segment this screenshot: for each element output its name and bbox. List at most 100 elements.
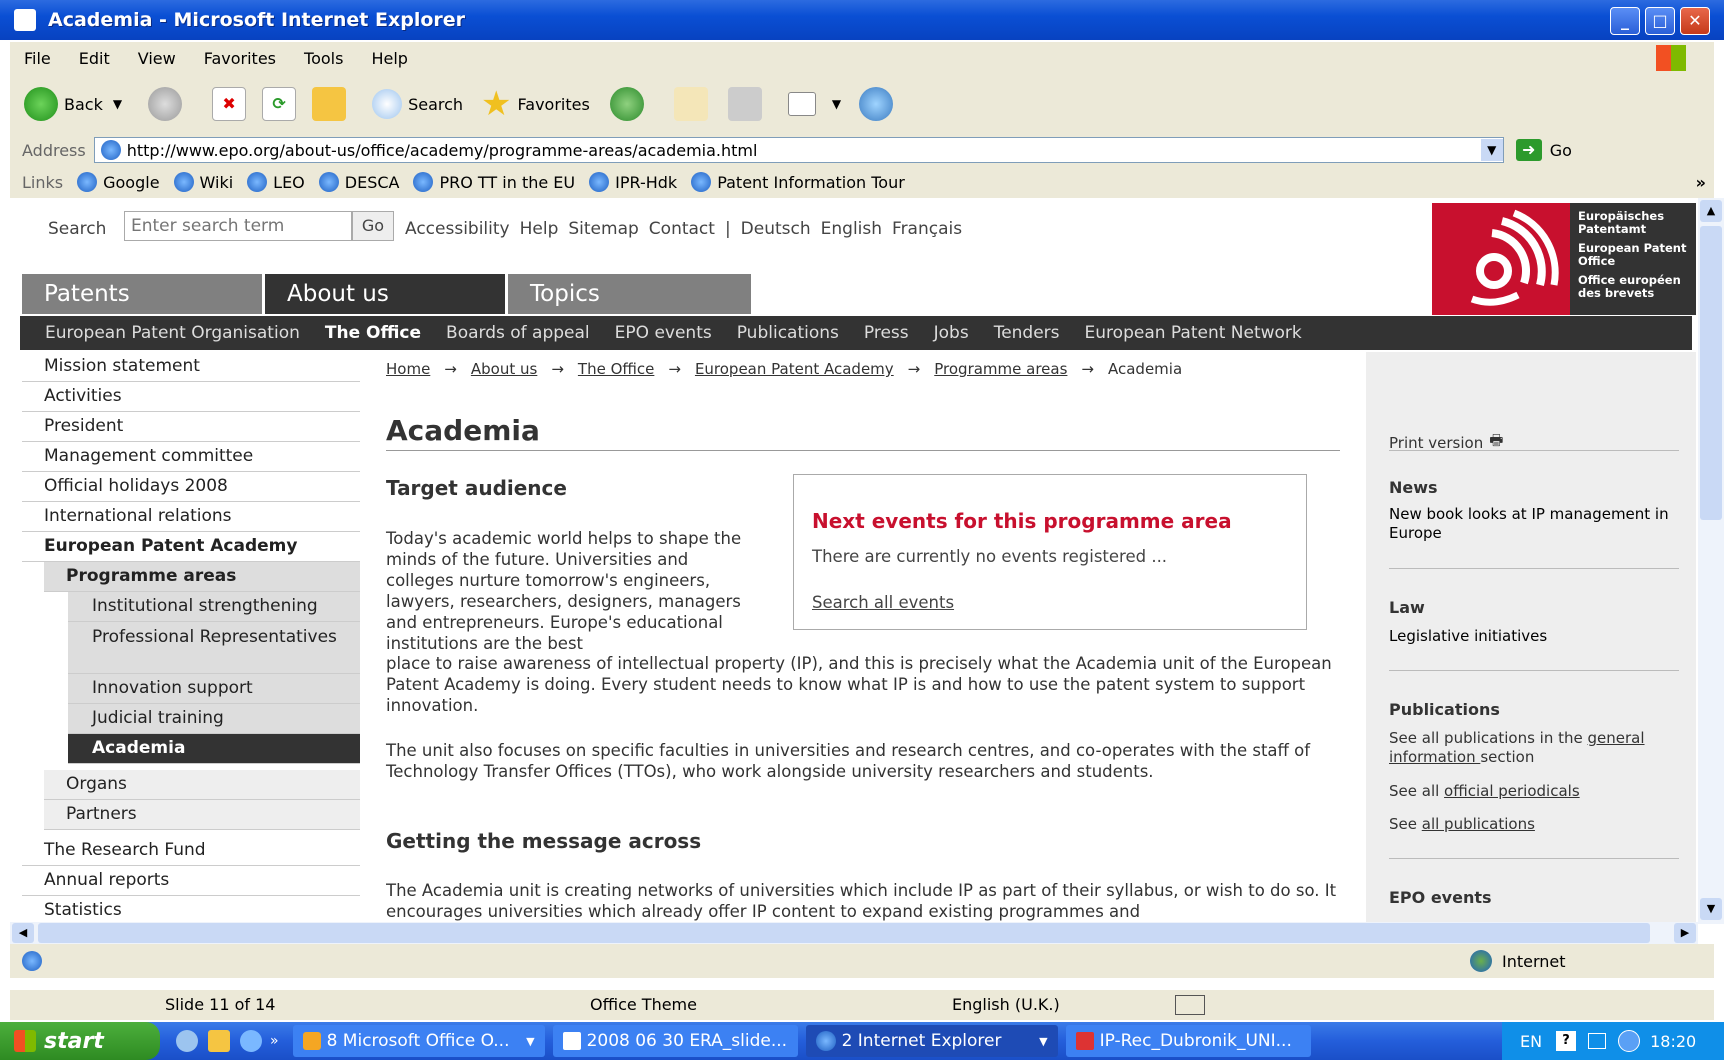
print-icon[interactable] (727, 87, 762, 121)
subnav-publications[interactable]: Publications (737, 323, 839, 343)
subnav-epo-organisation[interactable]: European Patent Organisation (45, 323, 300, 343)
menu-file[interactable]: File (24, 49, 51, 68)
tab-topics[interactable]: Topics (508, 274, 751, 314)
edit-word-icon[interactable] (787, 92, 816, 116)
subnav-press[interactable]: Press (864, 323, 909, 343)
maximize-button[interactable]: □ (1645, 7, 1675, 35)
leftnav-research-fund[interactable]: The Research Fund (22, 836, 360, 866)
tray-collapse-icon[interactable] (1618, 1030, 1641, 1052)
tab-about-us[interactable]: About us (265, 274, 505, 314)
search-button[interactable]: Search (372, 89, 463, 119)
accessibility-link[interactable]: Accessibility (405, 219, 510, 239)
forward-arrow-icon[interactable] (148, 87, 183, 121)
quicklaunch-icon[interactable] (176, 1030, 198, 1052)
help-icon[interactable]: ? (1556, 1031, 1577, 1051)
link-wiki[interactable]: Wiki (173, 172, 233, 192)
menu-help[interactable]: Help (371, 49, 407, 68)
quicklaunch-ie-icon[interactable] (240, 1030, 262, 1052)
quicklaunch-overflow-icon[interactable]: » (270, 1033, 279, 1049)
search-all-events-link[interactable]: Search all events (812, 593, 954, 612)
lang-francais-link[interactable]: Français (892, 219, 962, 239)
menu-tools[interactable]: Tools (304, 49, 343, 68)
link-pro-tt[interactable]: PRO TT in the EU (413, 172, 575, 192)
subnav-epo-events[interactable]: EPO events (615, 323, 712, 343)
print-version-link[interactable]: Print version 🖶 (1389, 430, 1503, 455)
official-periodicals-link[interactable]: official periodicals (1444, 782, 1580, 800)
leftnav-partners[interactable]: Partners (44, 800, 360, 830)
home-icon[interactable] (312, 87, 347, 121)
subnav-jobs[interactable]: Jobs (934, 323, 969, 343)
breadcrumb-about-us[interactable]: About us (471, 360, 537, 378)
history-icon[interactable] (609, 87, 644, 121)
scroll-up-icon[interactable]: ▲ (1700, 200, 1722, 222)
subnav-boards-of-appeal[interactable]: Boards of appeal (446, 323, 590, 343)
sitemap-link[interactable]: Sitemap (568, 219, 638, 239)
link-patent-info-tour[interactable]: Patent Information Tour (691, 172, 905, 192)
subnav-the-office[interactable]: The Office (325, 323, 421, 343)
leftnav-innovation-support[interactable]: Innovation support (68, 674, 360, 704)
breadcrumb-home[interactable]: Home (386, 360, 430, 378)
help-link[interactable]: Help (520, 219, 559, 239)
spellcheck-icon[interactable] (1175, 995, 1205, 1015)
links-overflow-icon[interactable]: » (1696, 173, 1706, 192)
leftnav-european-patent-academy[interactable]: European Patent Academy (22, 532, 360, 562)
scroll-left-icon[interactable]: ◀ (12, 923, 34, 943)
back-button[interactable]: Back ▼ (24, 87, 122, 121)
leftnav-professional-representatives[interactable]: Professional Representatives (68, 622, 360, 674)
leftnav-management-committee[interactable]: Management committee (22, 442, 360, 472)
tab-patents[interactable]: Patents (22, 274, 262, 314)
leftnav-annual-reports[interactable]: Annual reports (22, 866, 360, 896)
site-search-input[interactable] (124, 211, 352, 241)
scroll-down-icon[interactable]: ▼ (1700, 898, 1722, 920)
address-input[interactable]: http://www.epo.org/about-us/office/acade… (93, 137, 1504, 163)
task-powerpoint-slides[interactable]: 2008 06 30 ERA_slide... (552, 1025, 798, 1057)
vertical-scrollbar[interactable]: ▲ ▼ (1698, 198, 1724, 924)
task-office-outlook[interactable]: 8 Microsoft Office O... ▼ (292, 1025, 545, 1057)
subnav-european-patent-network[interactable]: European Patent Network (1085, 323, 1302, 343)
leftnav-programme-areas[interactable]: Programme areas (44, 562, 360, 592)
breadcrumb-the-office[interactable]: The Office (578, 360, 654, 378)
breadcrumb-patent-academy[interactable]: European Patent Academy (695, 360, 894, 378)
leftnav-president[interactable]: President (22, 412, 360, 442)
stop-icon[interactable]: ✖ (212, 87, 247, 121)
input-language[interactable]: EN (1520, 1032, 1542, 1051)
go-arrow-icon[interactable]: ➜ (1515, 139, 1542, 161)
link-google[interactable]: Google (77, 172, 160, 192)
horizontal-scrollbar[interactable]: ◀ ▶ (10, 922, 1698, 944)
scroll-right-icon[interactable]: ▶ (1674, 923, 1696, 943)
link-leo[interactable]: LEO (247, 172, 305, 192)
legislative-initiatives-link[interactable]: Legislative initiatives (1389, 627, 1547, 645)
contact-link[interactable]: Contact (649, 219, 715, 239)
menu-view[interactable]: View (138, 49, 176, 68)
horizontal-scroll-thumb[interactable] (38, 923, 1650, 943)
menu-favorites[interactable]: Favorites (204, 49, 276, 68)
vertical-scroll-thumb[interactable] (1700, 226, 1722, 520)
leftnav-organs[interactable]: Organs (44, 770, 360, 800)
start-button[interactable]: start (0, 1022, 160, 1060)
network-icon[interactable] (1588, 1033, 1607, 1049)
close-button[interactable]: ✕ (1680, 7, 1710, 35)
lang-english-link[interactable]: English (821, 219, 882, 239)
refresh-icon[interactable]: ⟳ (262, 87, 297, 121)
go-button[interactable]: Go (1550, 141, 1572, 160)
leftnav-international-relations[interactable]: International relations (22, 502, 360, 532)
link-ipr-hdk[interactable]: IPR-Hdk (589, 172, 677, 192)
address-dropdown-icon[interactable]: ▼ (1480, 139, 1503, 161)
leftnav-activities[interactable]: Activities (22, 382, 360, 412)
leftnav-judicial-training[interactable]: Judicial training (68, 704, 360, 734)
minimize-button[interactable]: _ (1610, 7, 1640, 35)
favorites-button[interactable]: ★ Favorites (481, 84, 590, 124)
subnav-tenders[interactable]: Tenders (994, 323, 1060, 343)
back-dropdown-icon[interactable]: ▼ (113, 97, 122, 111)
link-desca[interactable]: DESCA (318, 172, 399, 192)
edit-dropdown-icon[interactable]: ▼ (832, 97, 841, 111)
lang-deutsch-link[interactable]: Deutsch (741, 219, 811, 239)
all-publications-link[interactable]: all publications (1422, 815, 1535, 833)
menu-edit[interactable]: Edit (79, 49, 110, 68)
news-link[interactable]: New book looks at IP management in Europ… (1389, 505, 1669, 543)
site-search-go-button[interactable]: Go (352, 211, 394, 241)
leftnav-mission-statement[interactable]: Mission statement (22, 352, 360, 382)
task-internet-explorer[interactable]: 2 Internet Explorer ▼ (805, 1025, 1058, 1057)
messenger-icon[interactable] (859, 87, 894, 121)
quicklaunch-folder-icon[interactable] (208, 1030, 230, 1052)
